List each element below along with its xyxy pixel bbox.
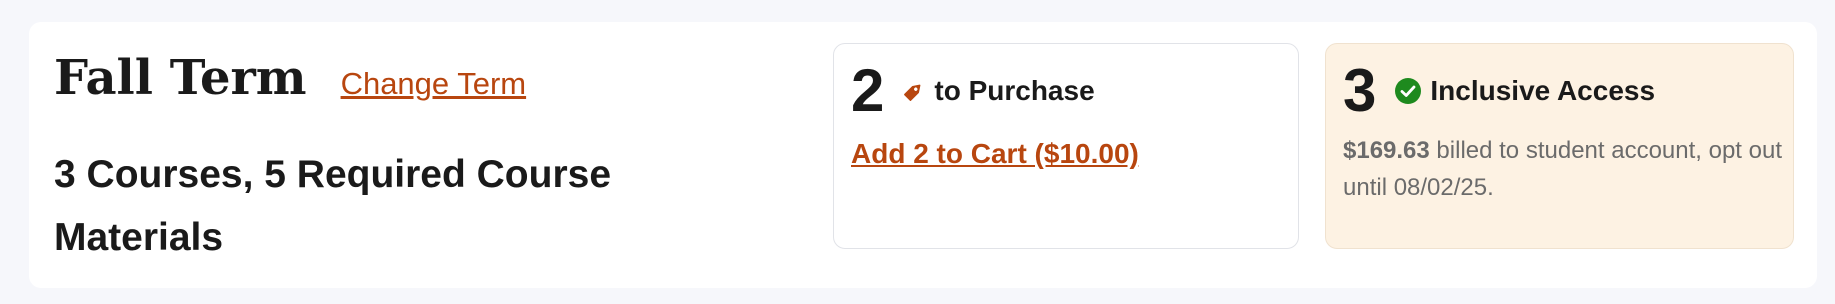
term-title: Fall Term <box>54 50 307 106</box>
to-purchase-card: 2 to Purchase Add 2 to Cart ($10.00) <box>833 43 1299 249</box>
courses-summary-line-1: 3 Courses, 5 Required Course <box>54 153 612 196</box>
term-title-row: Fall Term Change Term <box>54 50 526 108</box>
inclusive-access-count: 3 <box>1343 57 1377 124</box>
to-purchase-count: 2 <box>851 57 885 124</box>
billing-info: $169.63 billed to student account, opt o… <box>1343 132 1783 206</box>
to-purchase-header: 2 to Purchase <box>851 56 1095 126</box>
billing-amount: $169.63 <box>1343 137 1430 164</box>
check-circle-icon <box>1394 77 1422 105</box>
add-to-cart-link[interactable]: Add 2 to Cart ($10.00) <box>851 138 1139 170</box>
change-term-link[interactable]: Change Term <box>341 66 527 102</box>
inclusive-access-header: 3 Inclusive Access <box>1343 56 1655 126</box>
inclusive-access-label: Inclusive Access <box>1430 75 1656 106</box>
to-purchase-label: to Purchase <box>934 75 1095 106</box>
price-tag-icon <box>902 79 926 103</box>
inclusive-access-card: 3 Inclusive Access $169.63 billed to stu… <box>1325 43 1794 249</box>
courses-summary: 3 Courses, 5 Required Course Materials <box>54 143 674 269</box>
courses-summary-line-2: Materials <box>54 216 224 259</box>
term-header: Fall Term Change Term <box>54 50 526 108</box>
